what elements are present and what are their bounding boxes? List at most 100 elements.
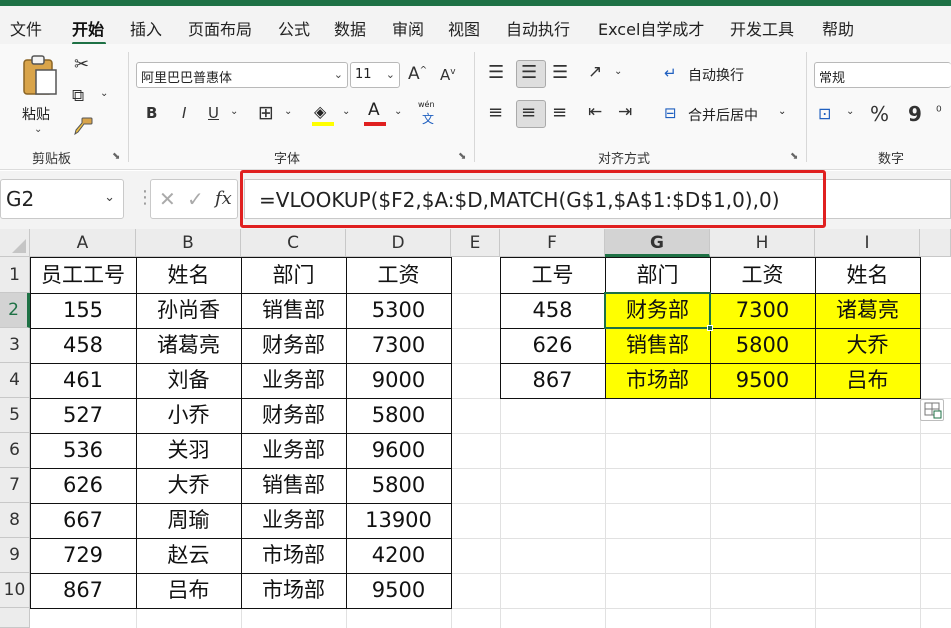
table-cell[interactable]: 5800 <box>346 398 451 433</box>
table-cell[interactable]: 13900 <box>346 503 451 538</box>
header-cell[interactable]: 部门 <box>241 257 346 293</box>
font-size-select[interactable]: 11 ⌄ <box>350 62 400 88</box>
table-cell[interactable]: 5300 <box>346 293 451 328</box>
phonetic-button[interactable]: wén 文 <box>418 100 442 130</box>
table-cell[interactable]: 626 <box>500 328 605 363</box>
table-cell[interactable]: 大乔 <box>136 468 241 503</box>
row-header-7[interactable]: 7 <box>0 468 30 503</box>
table-cell[interactable]: 销售部 <box>241 293 346 328</box>
table-cell[interactable]: 业务部 <box>241 503 346 538</box>
clipboard-launcher-icon[interactable]: ⬊ <box>112 151 120 162</box>
header-cell[interactable]: 工资 <box>346 257 451 293</box>
chevron-down-icon[interactable]: ⌄ <box>100 88 108 99</box>
header-cell[interactable]: 姓名 <box>815 257 920 293</box>
tab-formulas[interactable]: 公式 <box>278 16 310 40</box>
column-header-d[interactable]: D <box>346 229 451 257</box>
tab-developer[interactable]: 开发工具 <box>730 16 794 40</box>
table-cell[interactable]: 财务部 <box>241 328 346 363</box>
column-header-h[interactable]: H <box>710 229 815 257</box>
row-header-5[interactable]: 5 <box>0 398 30 433</box>
table-cell[interactable]: 市场部 <box>241 573 346 608</box>
table-cell[interactable]: 大乔 <box>815 328 920 363</box>
increase-font-icon[interactable]: A^ <box>408 64 427 84</box>
number-format-select[interactable]: 常规 <box>814 62 951 88</box>
wrap-text-button[interactable]: ↵ 自动换行 <box>664 64 774 86</box>
table-cell[interactable]: 461 <box>30 363 136 398</box>
table-cell[interactable]: 赵云 <box>136 538 241 573</box>
tab-view[interactable]: 视图 <box>448 16 480 40</box>
table-cell[interactable]: 业务部 <box>241 433 346 468</box>
formula-input[interactable]: =VLOOKUP($F2,$A:$D,MATCH(G$1,$A$1:$D$1,0… <box>244 179 951 219</box>
tab-file[interactable]: 文件 <box>10 16 42 40</box>
table-cell[interactable]: 业务部 <box>241 363 346 398</box>
align-left-icon[interactable]: ≡ <box>488 102 503 123</box>
table-cell[interactable]: 7300 <box>710 293 815 328</box>
orientation-icon[interactable]: ↗ <box>588 62 602 82</box>
table-cell[interactable]: 孙尚香 <box>136 293 241 328</box>
table-cell[interactable]: 536 <box>30 433 136 468</box>
row-header-4[interactable]: 4 <box>0 363 30 398</box>
tab-automate[interactable]: 自动执行 <box>506 16 570 40</box>
format-painter-icon[interactable] <box>72 116 94 136</box>
row-header-9[interactable]: 9 <box>0 538 30 573</box>
worksheet-grid[interactable]: A B C D E F G H I 1 2 3 4 5 6 7 8 9 10 员工工号 姓名 部门 工资 155 孙尚香 销售部 5… <box>0 229 951 628</box>
align-middle-icon[interactable]: ☰ <box>521 62 537 83</box>
table-cell[interactable]: 市场部 <box>605 363 710 398</box>
row-header-10[interactable]: 10 <box>0 573 30 608</box>
font-launcher-icon[interactable]: ⬊ <box>458 151 466 162</box>
table-cell[interactable]: 527 <box>30 398 136 433</box>
fill-handle[interactable] <box>707 325 713 331</box>
table-cell[interactable]: 155 <box>30 293 136 328</box>
table-cell[interactable]: 关羽 <box>136 433 241 468</box>
alignment-launcher-icon[interactable]: ⬊ <box>790 151 798 162</box>
column-header-c[interactable]: C <box>241 229 346 257</box>
tab-home[interactable]: 开始 <box>72 16 104 40</box>
align-right-icon[interactable]: ≡ <box>552 102 567 123</box>
table-cell[interactable]: 458 <box>500 293 605 328</box>
cut-icon[interactable]: ✂ <box>74 54 89 75</box>
align-top-icon[interactable]: ☰ <box>488 62 504 83</box>
font-name-select[interactable]: 阿里巴巴普惠体 ⌄ <box>136 62 348 88</box>
font-color-button[interactable]: A <box>364 100 388 128</box>
table-cell[interactable]: 诸葛亮 <box>136 328 241 363</box>
column-header-a[interactable]: A <box>30 229 136 257</box>
row-header-6[interactable]: 6 <box>0 433 30 468</box>
chevron-down-icon[interactable]: ⌄ <box>846 106 854 117</box>
table-cell[interactable]: 667 <box>30 503 136 538</box>
chevron-down-icon[interactable]: ⌄ <box>342 106 350 117</box>
decrease-indent-icon[interactable]: ⇤ <box>588 102 602 122</box>
align-bottom-icon[interactable]: ☰ <box>552 62 568 83</box>
table-cell[interactable]: 小乔 <box>136 398 241 433</box>
chevron-down-icon[interactable]: ⌄ <box>394 106 402 117</box>
insert-function-button[interactable]: fx <box>215 188 232 209</box>
column-header-f[interactable]: F <box>500 229 605 257</box>
tab-excel-learning[interactable]: Excel自学成才 <box>598 16 704 40</box>
column-header-b[interactable]: B <box>136 229 241 257</box>
header-cell[interactable]: 工号 <box>500 257 605 293</box>
fill-color-button[interactable]: ◈ <box>312 102 336 128</box>
table-cell[interactable]: 5800 <box>346 468 451 503</box>
increase-decimal-icon[interactable]: ⁰ <box>936 104 942 120</box>
merge-center-button[interactable]: ⊟ 合并后居中 ⌄ <box>664 104 794 126</box>
italic-button[interactable]: I <box>182 104 186 122</box>
name-box[interactable]: G2 ⌄ <box>0 179 124 219</box>
chevron-down-icon[interactable]: ⌄ <box>614 66 622 77</box>
table-cell[interactable]: 458 <box>30 328 136 363</box>
row-header-3[interactable]: 3 <box>0 328 30 363</box>
table-cell[interactable]: 财务部 <box>605 293 710 328</box>
table-cell[interactable]: 9500 <box>346 573 451 608</box>
accounting-format-icon[interactable]: ⊡ <box>818 104 831 123</box>
row-header-1[interactable]: 1 <box>0 257 30 293</box>
header-cell[interactable]: 工资 <box>710 257 815 293</box>
table-cell[interactable]: 销售部 <box>605 328 710 363</box>
confirm-icon[interactable]: ✓ <box>187 187 204 211</box>
align-center-icon[interactable]: ≡ <box>521 102 536 123</box>
tab-insert[interactable]: 插入 <box>130 16 162 40</box>
column-header-i[interactable]: I <box>815 229 920 257</box>
bold-button[interactable]: B <box>146 104 157 122</box>
row-header-8[interactable]: 8 <box>0 503 30 538</box>
header-cell[interactable]: 姓名 <box>136 257 241 293</box>
tab-help[interactable]: 帮助 <box>822 16 854 40</box>
table-cell[interactable]: 刘备 <box>136 363 241 398</box>
column-header-g[interactable]: G <box>605 229 710 257</box>
